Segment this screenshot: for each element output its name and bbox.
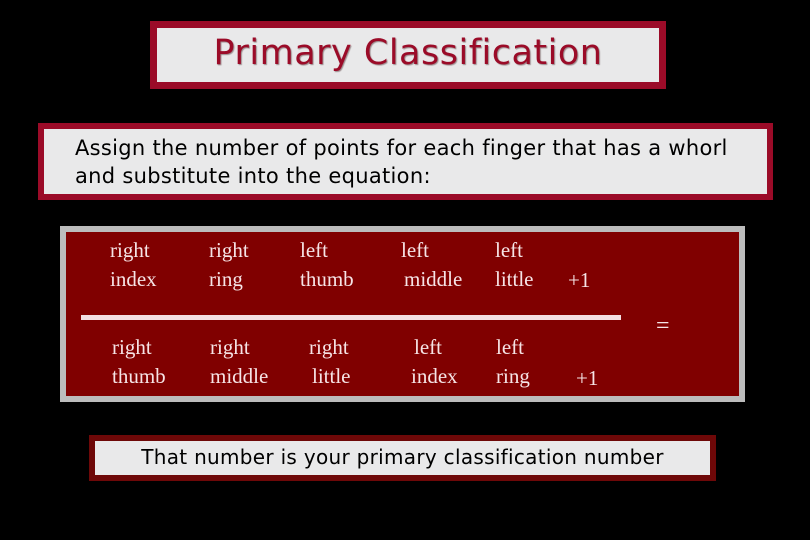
term-finger: ring (209, 267, 243, 291)
term-hand: left (496, 335, 524, 359)
term-hand: right (210, 335, 250, 359)
term-finger: thumb (112, 364, 166, 388)
instruction-text: Assign the number of points for each fin… (75, 136, 728, 188)
denominator-term: right thumb (112, 333, 166, 391)
numerator-term: left middle (401, 236, 462, 294)
denominator-plus-one: +1 (576, 366, 599, 390)
numerator-term: right index (110, 236, 157, 294)
term-finger: index (110, 267, 157, 291)
term-finger: little (495, 267, 534, 291)
term-hand: left (300, 238, 328, 262)
denominator-term: right little (309, 333, 351, 391)
title-banner: Primary Classification (150, 21, 666, 89)
equals-sign: = (656, 313, 670, 339)
numerator-plus-one: +1 (568, 268, 591, 292)
instruction-panel: Assign the number of points for each fin… (38, 123, 773, 200)
term-hand: right (112, 335, 152, 359)
term-finger: thumb (300, 267, 354, 291)
page-title: Primary Classification (213, 32, 603, 73)
denominator-term: right middle (210, 333, 268, 391)
numerator-term: left thumb (300, 236, 354, 294)
term-finger: little (312, 364, 351, 388)
term-hand: right (110, 238, 150, 262)
term-hand: left (401, 238, 429, 262)
term-finger: index (411, 364, 458, 388)
term-hand: left (495, 238, 523, 262)
numerator-term: left little (495, 236, 534, 294)
term-hand: right (209, 238, 249, 262)
denominator-term: left index (411, 333, 458, 391)
term-finger: ring (496, 364, 530, 388)
denominator-term: left ring (496, 333, 530, 391)
term-finger: middle (404, 267, 463, 291)
term-finger: middle (210, 364, 269, 388)
term-hand: right (309, 335, 349, 359)
term-hand: left (414, 335, 442, 359)
result-panel: That number is your primary classificati… (89, 435, 716, 481)
numerator-term: right ring (209, 236, 249, 294)
equation-panel: right index right ring left thumb left m… (60, 226, 745, 402)
result-text: That number is your primary classificati… (141, 445, 664, 469)
fraction-bar (81, 315, 621, 320)
